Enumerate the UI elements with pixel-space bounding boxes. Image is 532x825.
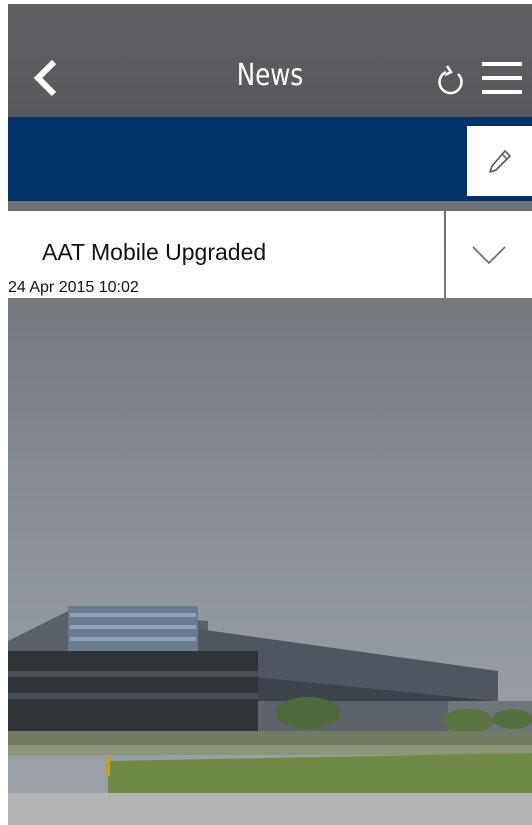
hamburger-menu-icon	[482, 62, 522, 94]
news-date: 24 Apr 2015 10:02	[8, 279, 139, 296]
edit-button[interactable]	[467, 126, 532, 196]
toolbar	[8, 117, 532, 201]
news-title: AAT Mobile Upgraded	[42, 239, 267, 265]
header-bar: News	[8, 4, 532, 117]
page-title: News	[236, 58, 304, 93]
refresh-button[interactable]	[432, 60, 468, 100]
news-list-item[interactable]: AAT Mobile Upgraded 24 Apr 2015 10:02	[8, 211, 444, 298]
refresh-icon	[438, 65, 463, 95]
app-frame: News AAT Mobile Upgraded 24 Apr 2015 10:…	[8, 4, 532, 825]
expand-button[interactable]	[446, 211, 532, 298]
menu-button[interactable]	[478, 58, 526, 100]
chevron-down-icon	[472, 245, 506, 264]
pencil-icon	[488, 150, 511, 173]
